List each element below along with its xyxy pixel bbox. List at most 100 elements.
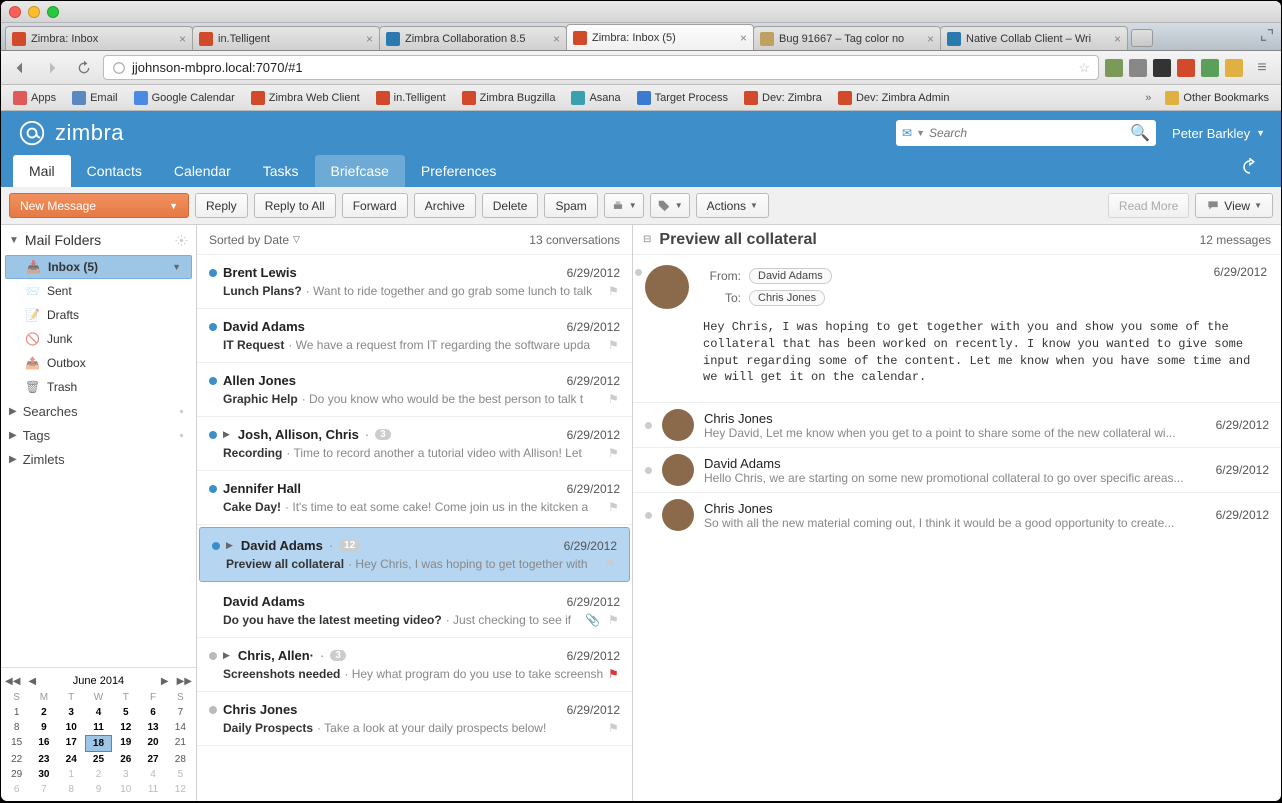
nav-tab-tasks[interactable]: Tasks — [247, 155, 315, 187]
collapse-icon[interactable]: ⊟ — [643, 234, 651, 245]
flag-icon[interactable]: ⚑ — [608, 613, 620, 627]
window-close-button[interactable] — [9, 6, 21, 18]
cal-day[interactable]: 26 — [112, 752, 139, 767]
search-box[interactable]: ✉ ▼ 🔍 — [896, 120, 1156, 146]
nav-tab-calendar[interactable]: Calendar — [158, 155, 247, 187]
section-tags[interactable]: ▶Tags — [1, 423, 196, 447]
new-tab-button[interactable] — [1131, 29, 1153, 47]
cal-next-month[interactable]: ▶ — [159, 676, 171, 687]
folder-outbox[interactable]: 📤Outbox — [1, 351, 196, 375]
bookmark-item[interactable]: Asana — [565, 89, 626, 107]
bookmarks-overflow[interactable]: » — [1141, 92, 1155, 104]
nav-tab-contacts[interactable]: Contacts — [71, 155, 158, 187]
delete-button[interactable]: Delete — [482, 193, 539, 218]
flag-icon[interactable]: ⚑ — [608, 284, 620, 298]
cal-day[interactable]: 13 — [139, 720, 166, 735]
to-chip[interactable]: Chris Jones — [749, 290, 825, 306]
cal-day[interactable]: 18 — [85, 735, 112, 752]
browser-menu-button[interactable]: ≡ — [1249, 56, 1275, 80]
cal-day[interactable]: 6 — [3, 782, 30, 797]
folder-inbox[interactable]: 📥Inbox (5)▼ — [5, 255, 192, 279]
nav-forward-button[interactable] — [39, 56, 65, 80]
bookmark-item[interactable]: Apps — [7, 89, 62, 107]
cal-day[interactable]: 2 — [30, 705, 57, 720]
window-zoom-button[interactable] — [47, 6, 59, 18]
browser-tab[interactable]: Zimbra: Inbox× — [5, 26, 193, 50]
expand-icon[interactable]: ▶ — [223, 650, 230, 661]
cal-day[interactable]: 19 — [112, 735, 139, 752]
conversation-item[interactable]: Jennifer Hall6/29/2012Cake Day! · It's t… — [197, 471, 632, 525]
cal-day[interactable]: 24 — [58, 752, 85, 767]
cal-day[interactable]: 17 — [58, 735, 85, 752]
cal-day[interactable]: 29 — [3, 767, 30, 782]
flag-icon[interactable]: ⚑ — [605, 557, 617, 571]
gear-icon[interactable] — [175, 234, 188, 247]
close-icon[interactable]: × — [927, 32, 934, 46]
cal-day[interactable]: 6 — [139, 705, 166, 720]
url-input[interactable]: jjohnson-mbpro.local:7070/#1 ☆ — [103, 55, 1099, 80]
conversation-item[interactable]: David Adams6/29/2012Do you have the late… — [197, 584, 632, 638]
cal-prev-month[interactable]: ◀ — [26, 676, 38, 687]
cal-day[interactable]: 16 — [30, 735, 57, 752]
cal-day[interactable]: 11 — [85, 720, 112, 735]
bookmark-item[interactable]: Email — [66, 89, 124, 107]
cal-day[interactable]: 14 — [167, 720, 194, 735]
cal-day[interactable]: 30 — [30, 767, 57, 782]
thread-item[interactable]: David AdamsHello Chris, we are starting … — [633, 447, 1281, 492]
flag-icon[interactable]: ⚑ — [608, 338, 620, 352]
flag-icon[interactable]: ⚑ — [608, 446, 620, 460]
chevron-down-icon[interactable]: ▽ — [293, 234, 300, 245]
cal-day[interactable]: 5 — [167, 767, 194, 782]
sort-label[interactable]: Sorted by Date — [209, 233, 289, 247]
close-icon[interactable]: × — [179, 32, 186, 46]
cal-day[interactable]: 5 — [112, 705, 139, 720]
cal-day[interactable]: 10 — [58, 720, 85, 735]
cal-day[interactable]: 27 — [139, 752, 166, 767]
cal-day[interactable]: 23 — [30, 752, 57, 767]
cal-next-year[interactable]: ▶▶ — [175, 676, 194, 687]
view-menu[interactable]: View▼ — [1195, 193, 1273, 218]
folder-trash[interactable]: 🗑Trash — [1, 375, 196, 399]
conversation-item[interactable]: Allen Jones6/29/2012Graphic Help · Do yo… — [197, 363, 632, 417]
conversation-item[interactable]: ▶Chris, Allen· · 36/29/2012Screenshots n… — [197, 638, 632, 692]
gear-icon[interactable] — [175, 429, 188, 442]
cal-day[interactable]: 21 — [167, 735, 194, 752]
chevron-down-icon[interactable]: ▼ — [916, 128, 925, 138]
cal-prev-year[interactable]: ◀◀ — [3, 676, 22, 687]
bookmark-item[interactable]: Dev: Zimbra — [738, 89, 828, 107]
nav-back-button[interactable] — [7, 56, 33, 80]
reply-to-all-button[interactable]: Reply to All — [254, 193, 336, 218]
tag-menu[interactable]: ▼ — [650, 193, 690, 218]
new-message-button[interactable]: New Message▼ — [9, 193, 189, 218]
bookmark-item[interactable]: Zimbra Web Client — [245, 89, 366, 107]
folder-junk[interactable]: 🚫Junk — [1, 327, 196, 351]
browser-tab[interactable]: Bug 91667 – Tag color no× — [753, 26, 941, 50]
folders-header[interactable]: ▼Mail Folders — [1, 225, 196, 255]
nav-tab-mail[interactable]: Mail — [13, 155, 71, 187]
cal-day[interactable]: 10 — [112, 782, 139, 797]
gear-icon[interactable] — [175, 405, 188, 418]
section-zimlets[interactable]: ▶Zimlets — [1, 447, 196, 471]
search-icon[interactable]: 🔍 — [1130, 123, 1150, 143]
cal-day[interactable]: 20 — [139, 735, 166, 752]
cal-day[interactable]: 28 — [167, 752, 194, 767]
actions-menu[interactable]: Actions▼ — [696, 193, 769, 218]
extension-icon[interactable] — [1105, 59, 1123, 77]
bookmark-star-icon[interactable]: ☆ — [1078, 60, 1090, 76]
nav-tab-preferences[interactable]: Preferences — [405, 155, 512, 187]
extension-icon[interactable] — [1177, 59, 1195, 77]
flag-icon[interactable]: ⚑ — [608, 721, 620, 735]
bookmark-item[interactable]: Dev: Zimbra Admin — [832, 89, 956, 107]
forward-button[interactable]: Forward — [342, 193, 408, 218]
extension-icon[interactable] — [1153, 59, 1171, 77]
close-icon[interactable]: × — [553, 32, 560, 46]
cal-day[interactable]: 4 — [85, 705, 112, 720]
cal-day[interactable]: 15 — [3, 735, 30, 752]
browser-tab[interactable]: in.Telligent× — [192, 26, 380, 50]
cal-day[interactable]: 1 — [3, 705, 30, 720]
flag-icon[interactable]: ⚑ — [608, 667, 620, 681]
window-minimize-button[interactable] — [28, 6, 40, 18]
section-searches[interactable]: ▶Searches — [1, 399, 196, 423]
cal-day[interactable]: 2 — [85, 767, 112, 782]
browser-tab[interactable]: Zimbra: Inbox (5)× — [566, 24, 754, 50]
